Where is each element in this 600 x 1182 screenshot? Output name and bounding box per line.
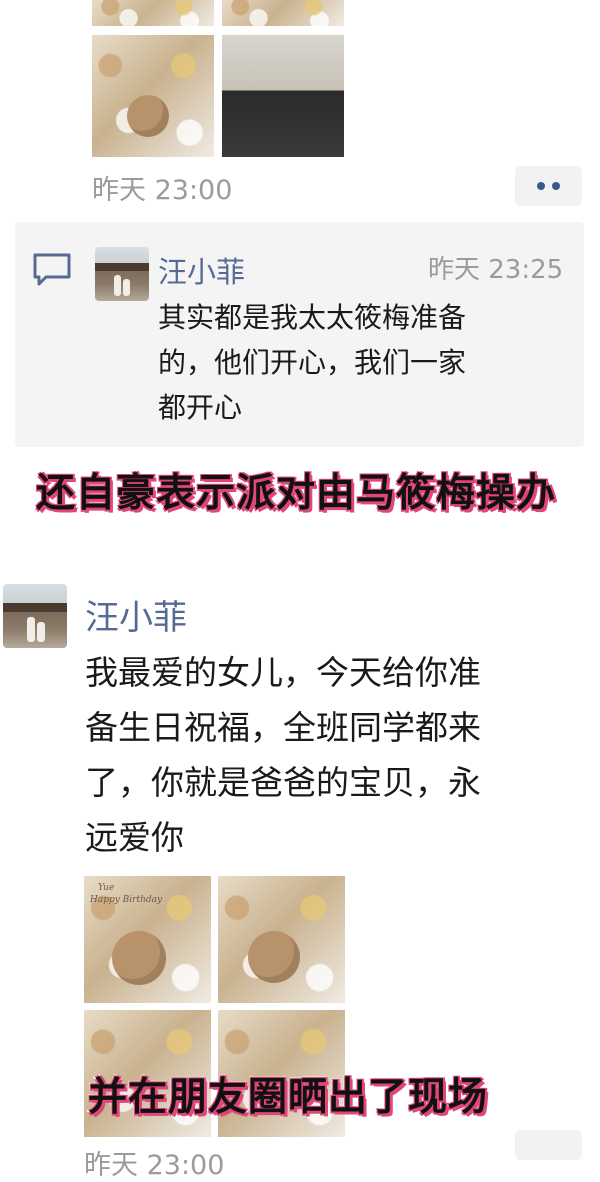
comment-timestamp: 昨天 23:25 xyxy=(428,255,564,285)
post-photo-1[interactable] xyxy=(92,0,214,26)
post-author[interactable]: 汪小菲 xyxy=(85,590,187,639)
teddy-bear-decoration xyxy=(248,931,300,983)
post-photo-2[interactable] xyxy=(218,876,345,1003)
post-text-line: 备生日祝福，全班同学都来 xyxy=(85,708,481,747)
post-photo-3[interactable] xyxy=(92,35,214,157)
avatar[interactable] xyxy=(3,584,67,648)
photo-text: Happy Birthday xyxy=(90,895,163,905)
post-text-line: 远爱你 xyxy=(85,818,184,857)
comment-text-line: 的，他们开心，我们一家 xyxy=(158,346,467,379)
post-text-line: 了，你就是爸爸的宝贝，永 xyxy=(85,763,481,802)
post-text-line: 我最爱的女儿，今天给你准 xyxy=(85,653,481,692)
ellipsis-icon xyxy=(537,182,545,190)
post-photo-4[interactable] xyxy=(222,35,344,157)
comment-text-line: 其实都是我太太筱梅准备 xyxy=(158,301,467,334)
teddy-bear-decoration xyxy=(112,931,166,985)
comment-section: 汪小菲 昨天 23:25 其实都是我太太筱梅准备 的，他们开心，我们一家 都开心 xyxy=(15,222,584,447)
post-timestamp: 昨天 23:00 xyxy=(84,1150,225,1181)
post-photo-2[interactable] xyxy=(222,0,344,26)
more-options-button[interactable] xyxy=(515,1130,582,1160)
comment-text-line: 都开心 xyxy=(158,391,243,424)
teddy-bear-decoration xyxy=(127,95,169,137)
video-caption-bottom: 并在朋友圈晒出了现场 xyxy=(86,1074,489,1122)
photo-text: Yue xyxy=(98,883,115,893)
post-timestamp: 昨天 23:00 xyxy=(92,175,233,206)
video-caption-top: 还自豪表示派对由马筱梅操办 xyxy=(34,470,557,518)
more-options-button[interactable] xyxy=(515,166,582,206)
post-photo-1[interactable]: Yue Happy Birthday xyxy=(84,876,211,1003)
comment-bubble-icon xyxy=(33,253,71,286)
avatar[interactable] xyxy=(95,247,149,301)
comment-author[interactable]: 汪小菲 xyxy=(158,249,245,291)
